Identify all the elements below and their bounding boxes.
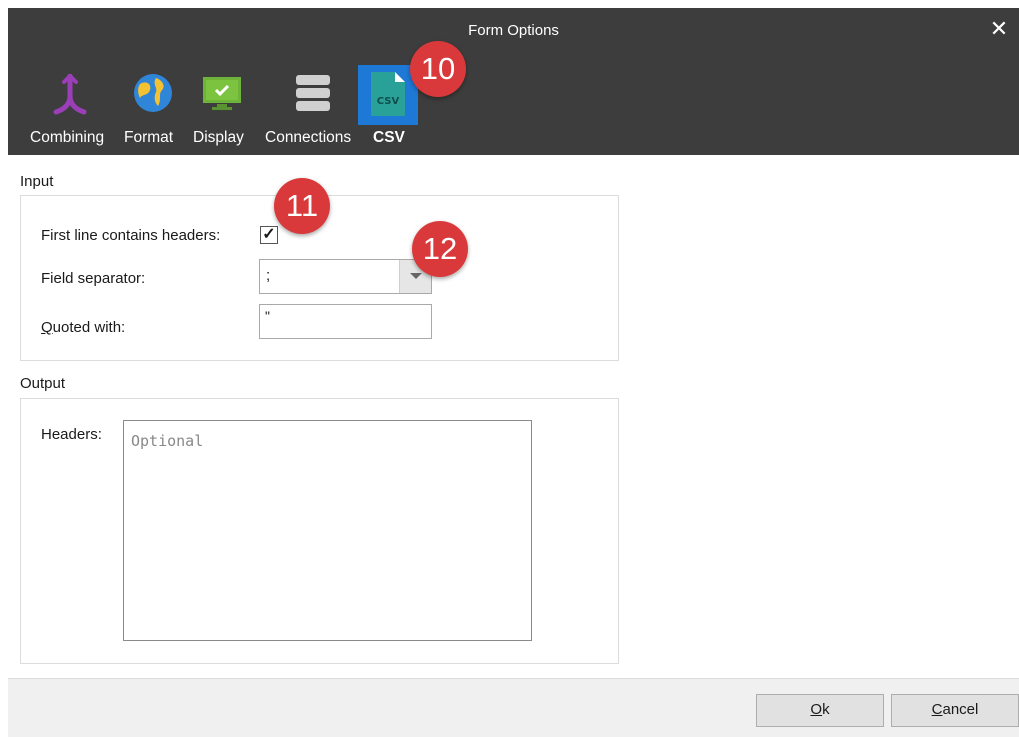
tab-display-label: Display bbox=[193, 129, 244, 146]
tab-csv-label: CSV bbox=[373, 129, 405, 146]
headers-textarea[interactable]: Optional bbox=[123, 420, 532, 641]
field-separator-select[interactable]: ; bbox=[259, 259, 432, 294]
input-section-title: Input bbox=[20, 173, 54, 190]
form-options-dialog: Form Options ✕ Combining Format Display … bbox=[8, 8, 1019, 737]
cancel-button[interactable]: Cancel bbox=[891, 694, 1019, 727]
headers-label: Headers: bbox=[41, 426, 102, 443]
window-title: Form Options bbox=[468, 22, 559, 39]
quoted-with-label-rest: uoted with: bbox=[52, 319, 126, 336]
csv-file-icon: CSV bbox=[371, 72, 405, 116]
database-icon bbox=[296, 75, 330, 111]
dialog-footer: Ok Cancel bbox=[8, 678, 1019, 737]
chevron-down-icon bbox=[410, 273, 422, 279]
tab-combining-label: Combining bbox=[30, 129, 105, 146]
callout-badge-11: 11 bbox=[274, 178, 330, 234]
output-section-title: Output bbox=[20, 375, 66, 392]
dialog-header: Form Options ✕ Combining Format Display … bbox=[8, 8, 1019, 155]
first-line-headers-checkbox[interactable]: ✓ bbox=[260, 226, 278, 244]
combining-icon bbox=[53, 74, 87, 115]
quoted-with-label: Quoted with: bbox=[41, 319, 126, 336]
callout-badge-10: 10 bbox=[410, 41, 466, 97]
first-line-headers-label: First line contains headers: bbox=[41, 227, 221, 244]
field-separator-label: Field separator: bbox=[41, 270, 146, 287]
headers-placeholder: Optional bbox=[131, 432, 204, 450]
field-separator-value: ; bbox=[266, 267, 271, 284]
ok-button[interactable]: Ok bbox=[756, 694, 884, 727]
globe-icon bbox=[134, 74, 172, 112]
monitor-check-icon bbox=[203, 77, 241, 110]
quoted-with-input[interactable]: " bbox=[259, 304, 432, 339]
callout-badge-12: 12 bbox=[412, 221, 468, 277]
close-icon[interactable]: ✕ bbox=[988, 18, 1010, 40]
quoted-with-value: " bbox=[265, 308, 270, 324]
tab-format-label: Format bbox=[124, 129, 174, 146]
tab-connections-label: Connections bbox=[265, 129, 352, 146]
svg-text:CSV: CSV bbox=[377, 96, 400, 107]
